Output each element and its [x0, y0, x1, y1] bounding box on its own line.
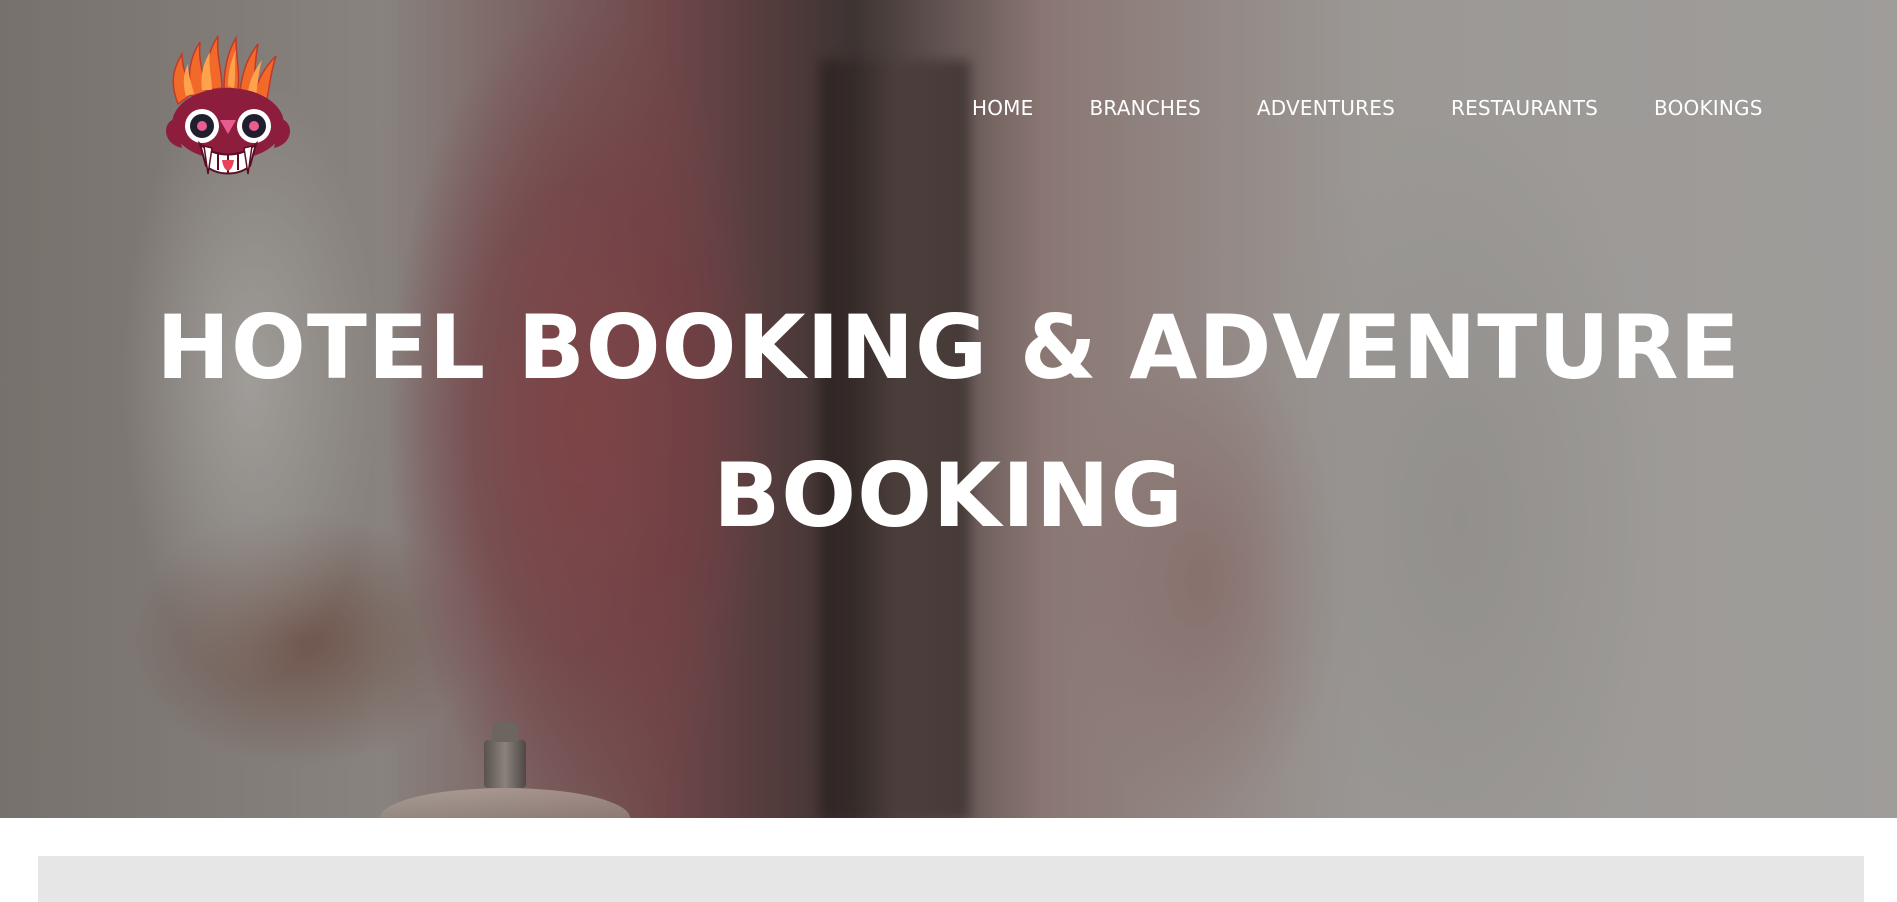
hero-section: HOME BRANCHES ADVENTURES RESTAURANTS BOO… [0, 0, 1897, 818]
nav-item-adventures[interactable]: ADVENTURES [1257, 96, 1395, 120]
content-panel [38, 856, 1864, 902]
nav-item-home[interactable]: HOME [972, 96, 1033, 120]
nav-item-branches[interactable]: BRANCHES [1089, 96, 1200, 120]
nav-item-bookings[interactable]: BOOKINGS [1654, 96, 1763, 120]
hero-title: HOTEL BOOKING & ADVENTURE BOOKING [0, 274, 1897, 570]
service-bell-image [380, 722, 630, 818]
nav-item-restaurants[interactable]: RESTAURANTS [1451, 96, 1598, 120]
hero-title-line1: HOTEL BOOKING & ADVENTURE [156, 296, 1741, 399]
main-navigation: HOME BRANCHES ADVENTURES RESTAURANTS BOO… [972, 96, 1763, 120]
hero-title-line2: BOOKING [713, 444, 1184, 547]
demon-mask-icon[interactable] [158, 34, 298, 180]
